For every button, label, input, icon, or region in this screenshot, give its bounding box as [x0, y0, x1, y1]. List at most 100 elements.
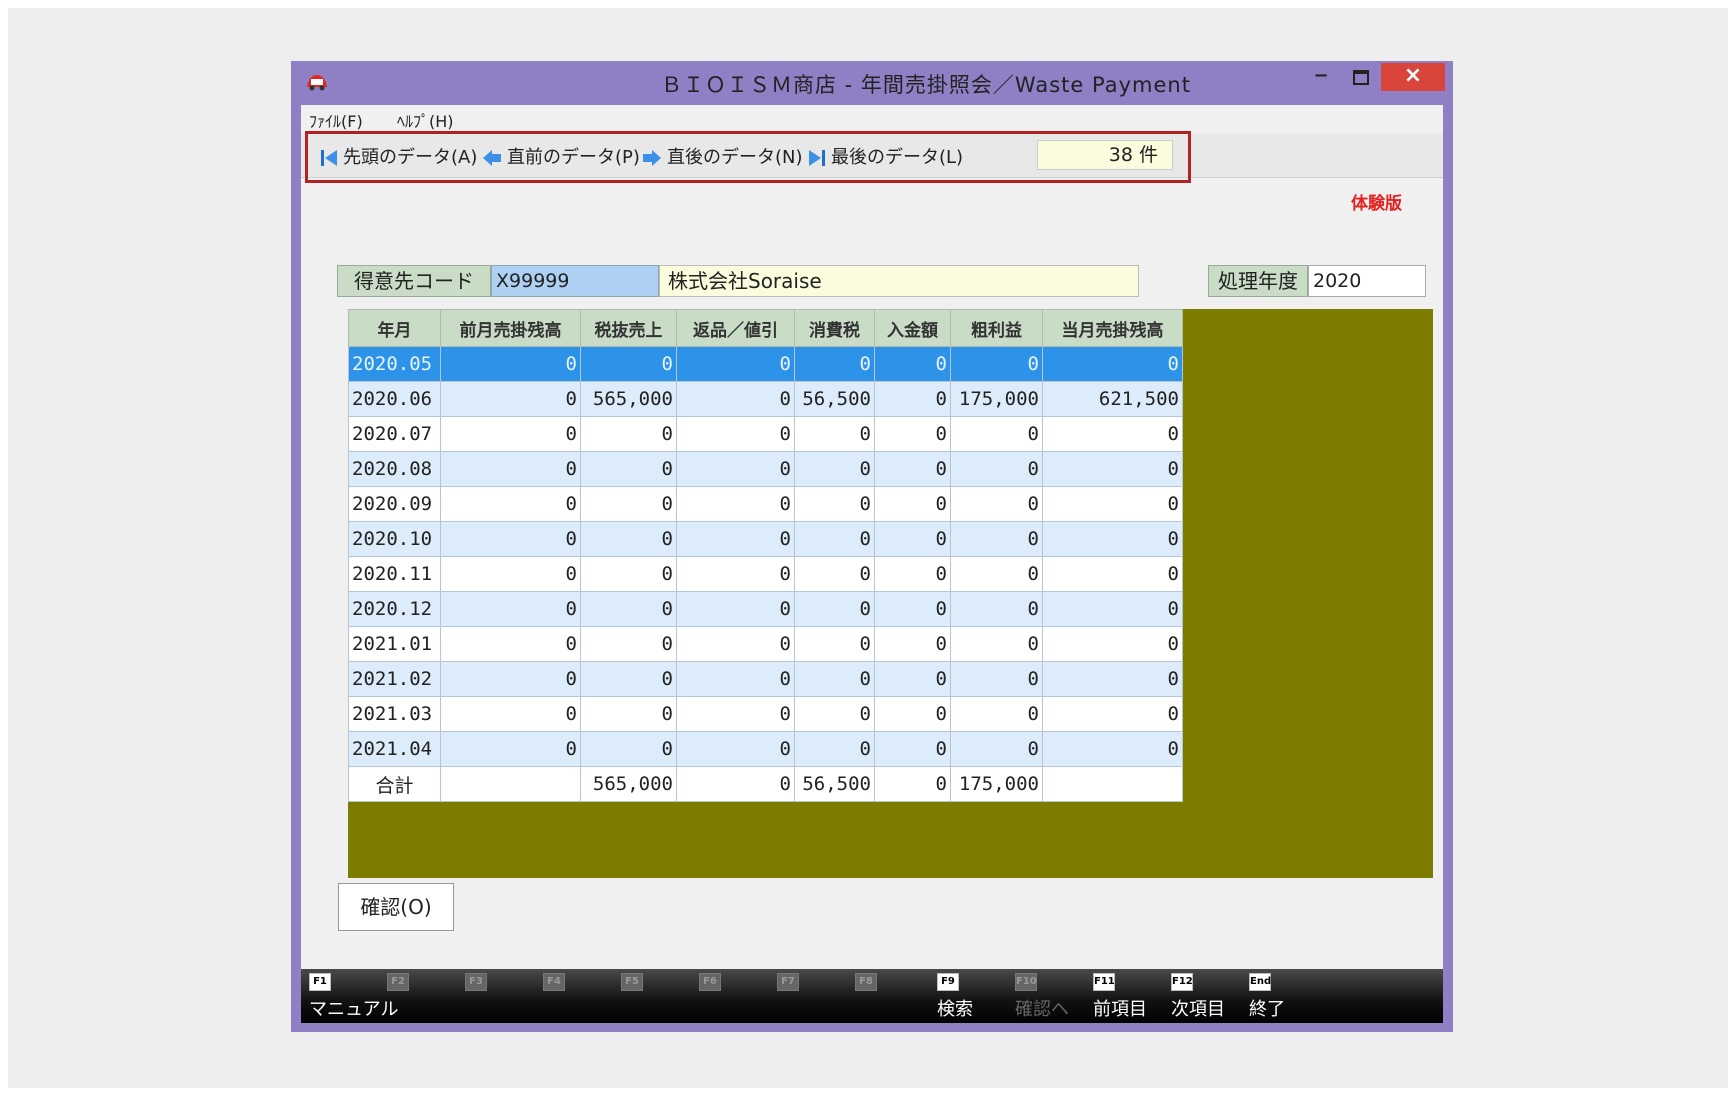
table-row[interactable]: 2021.02 0 0 0 0 0 0 0 — [348, 661, 1183, 697]
amount-cell: 0 — [950, 556, 1043, 592]
amount-cell: 0 — [950, 626, 1043, 662]
minimize-button[interactable]: − — [1301, 63, 1341, 91]
table-row[interactable]: 2020.10 0 0 0 0 0 0 0 — [348, 521, 1183, 557]
amount-cell: 0 — [676, 486, 795, 522]
fkey-label: マニュアル — [309, 999, 399, 1020]
amount-cell: 0 — [440, 556, 581, 592]
fkey-f9-button[interactable]: F9 検索 — [937, 973, 1017, 1021]
table-row[interactable]: 2021.04 0 0 0 0 0 0 0 — [348, 731, 1183, 767]
amount-cell: 0 — [676, 451, 795, 487]
app-window: ＢＩＯＩＳＭ商店 - 年間売掛照会／Waste Payment − × ﾌｧｲﾙ… — [291, 61, 1453, 1032]
fiscal-year-field[interactable]: 2020 — [1308, 265, 1426, 297]
amount-cell: 0 — [1042, 556, 1183, 592]
month-cell: 2021.01 — [348, 626, 441, 662]
amount-cell: 0 — [580, 486, 677, 522]
amount-cell: 0 — [440, 486, 581, 522]
minimize-icon: − — [1313, 65, 1329, 86]
table-row[interactable]: 2020.05 0 0 0 0 0 0 0 — [348, 346, 1183, 382]
amount-cell: 0 — [676, 591, 795, 627]
amount-cell: 0 — [874, 381, 951, 417]
table-row[interactable]: 2020.08 0 0 0 0 0 0 0 — [348, 451, 1183, 487]
fkey-f12-button[interactable]: F12 次項目 — [1171, 973, 1251, 1021]
menu-file[interactable]: ﾌｧｲﾙ(F) — [309, 108, 363, 132]
amount-cell: 565,000 — [580, 381, 677, 417]
amount-cell: 0 — [440, 451, 581, 487]
ledger-grid-area: 年月 前月売掛残高 税抜売上 返品／値引 消費税 入金額 粗利益 当月売掛残高 2020.05… — [348, 309, 1433, 878]
total-amount-cell: 56,500 — [794, 766, 875, 802]
fkey-end-button[interactable]: End 終了 — [1249, 973, 1329, 1021]
table-row[interactable]: 2020.12 0 0 0 0 0 0 0 — [348, 591, 1183, 627]
amount-cell: 56,500 — [794, 381, 875, 417]
title-bar[interactable]: ＢＩＯＩＳＭ商店 - 年間売掛照会／Waste Payment − × — [291, 61, 1453, 105]
amount-cell: 0 — [580, 451, 677, 487]
nav-highlight-frame — [305, 131, 1191, 183]
fkey-f10-icon: F10 — [1015, 973, 1037, 991]
table-header-row: 年月 前月売掛残高 税抜売上 返品／値引 消費税 入金額 粗利益 当月売掛残高 — [348, 309, 1183, 347]
amount-cell: 0 — [794, 591, 875, 627]
amount-cell: 0 — [950, 451, 1043, 487]
fkey-f11-button[interactable]: F11 前項目 — [1093, 973, 1173, 1021]
month-cell: 2020.09 — [348, 486, 441, 522]
table-row[interactable]: 2021.03 0 0 0 0 0 0 0 — [348, 696, 1183, 732]
amount-cell: 0 — [950, 696, 1043, 732]
column-header: 年月 — [348, 309, 441, 347]
total-amount-cell: 175,000 — [950, 766, 1043, 802]
amount-cell: 0 — [440, 626, 581, 662]
amount-cell: 0 — [874, 591, 951, 627]
amount-cell: 0 — [874, 486, 951, 522]
amount-cell: 0 — [580, 661, 677, 697]
amount-cell: 0 — [874, 696, 951, 732]
total-amount-cell: 565,000 — [580, 766, 677, 802]
month-cell: 2020.10 — [348, 521, 441, 557]
amount-cell: 0 — [874, 346, 951, 382]
amount-cell: 0 — [440, 661, 581, 697]
amount-cell: 0 — [874, 521, 951, 557]
amount-cell: 0 — [794, 661, 875, 697]
close-icon: × — [1403, 63, 1423, 88]
total-row: 合計 565,000 0 56,500 0 175,000 — [348, 766, 1183, 802]
amount-cell: 0 — [794, 731, 875, 767]
total-amount-cell: 0 — [676, 766, 795, 802]
table-row[interactable]: 2020.07 0 0 0 0 0 0 0 — [348, 416, 1183, 452]
maximize-button[interactable] — [1341, 63, 1381, 91]
amount-cell: 0 — [676, 731, 795, 767]
fkey-f2-button: F2 — [387, 973, 467, 995]
amount-cell: 0 — [676, 416, 795, 452]
amount-cell: 0 — [580, 696, 677, 732]
amount-cell: 0 — [794, 451, 875, 487]
table-row[interactable]: 2020.11 0 0 0 0 0 0 0 — [348, 556, 1183, 592]
fkey-f7-icon: F7 — [777, 973, 799, 991]
table-row[interactable]: 2020.09 0 0 0 0 0 0 0 — [348, 486, 1183, 522]
amount-cell: 0 — [580, 556, 677, 592]
customer-code-label: 得意先コード — [337, 265, 491, 297]
menu-help[interactable]: ﾍﾙﾌﾟ(H) — [397, 108, 454, 132]
amount-cell: 0 — [1042, 521, 1183, 557]
amount-cell: 0 — [1042, 416, 1183, 452]
amount-cell: 0 — [794, 626, 875, 662]
maximize-icon — [1353, 70, 1369, 85]
month-cell: 2020.08 — [348, 451, 441, 487]
amount-cell: 0 — [794, 696, 875, 732]
amount-cell: 0 — [1042, 731, 1183, 767]
confirm-button[interactable]: 確認(O) — [338, 883, 454, 931]
customer-name-field: 株式会社Soraise — [659, 265, 1139, 297]
amount-cell: 0 — [676, 556, 795, 592]
fkey-f5-button: F5 — [621, 973, 701, 995]
fkey-f12-icon: F12 — [1171, 973, 1193, 991]
fkey-f4-button: F4 — [543, 973, 623, 995]
close-button[interactable]: × — [1381, 63, 1445, 91]
fkey-f1-button[interactable]: F1 マニュアル — [309, 973, 399, 1021]
customer-code-field[interactable]: X99999 — [491, 265, 659, 297]
table-row[interactable]: 2021.01 0 0 0 0 0 0 0 — [348, 626, 1183, 662]
amount-cell: 0 — [950, 416, 1043, 452]
fkey-f3-icon: F3 — [465, 973, 487, 991]
table-row[interactable]: 2020.06 0 565,000 0 56,500 0 175,000 621,500 — [348, 381, 1183, 417]
amount-cell: 0 — [676, 661, 795, 697]
amount-cell: 0 — [950, 346, 1043, 382]
amount-cell: 0 — [676, 521, 795, 557]
amount-cell: 0 — [676, 626, 795, 662]
amount-cell: 0 — [580, 521, 677, 557]
fkey-f1-icon: F1 — [309, 973, 331, 991]
fkey-label: 確認へ — [1015, 999, 1069, 1020]
fkey-f10-button: F10 確認へ — [1015, 973, 1095, 1021]
